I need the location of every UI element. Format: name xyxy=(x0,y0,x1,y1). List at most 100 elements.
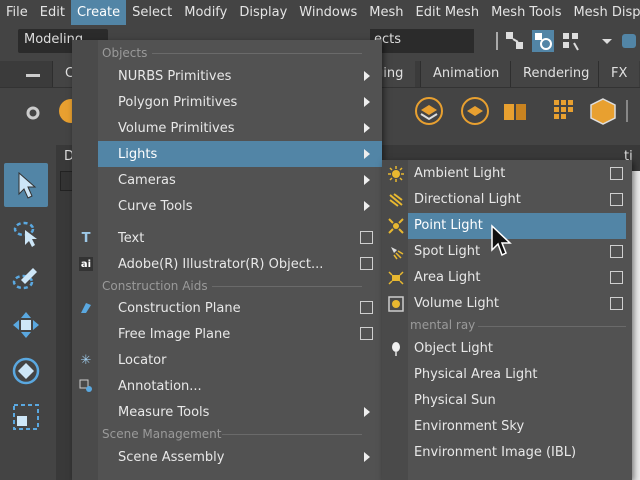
section-scene-management: Scene Management xyxy=(102,427,222,441)
chevron-right-icon xyxy=(364,97,370,107)
section-divider xyxy=(152,53,362,54)
select-hierarchy-icon[interactable] xyxy=(504,30,526,52)
scale-tool[interactable] xyxy=(4,395,48,439)
section-divider xyxy=(212,286,362,287)
select-tool[interactable] xyxy=(4,163,48,207)
menu-item-construction-plane[interactable]: Construction Plane xyxy=(72,295,382,321)
menu-item-annotation[interactable]: Annotation... xyxy=(72,373,382,399)
area-light-icon xyxy=(388,271,404,285)
menu-display[interactable]: Display xyxy=(233,0,293,25)
menu-mesh-display[interactable]: Mesh Display xyxy=(567,0,640,25)
menu-item-free-image-plane[interactable]: Free Image Plane xyxy=(72,321,382,347)
menubar: File Edit Create Select Modify Display W… xyxy=(0,0,640,25)
chevron-down-icon[interactable] xyxy=(596,30,618,52)
cube-icon[interactable] xyxy=(588,96,618,126)
section-mental-ray: mental ray xyxy=(410,318,476,332)
menu-item-label: Free Image Plane xyxy=(118,326,231,342)
menu-edit[interactable]: Edit xyxy=(34,0,71,25)
option-box[interactable] xyxy=(610,193,623,206)
menu-item-directional-light[interactable]: Directional Light xyxy=(382,187,632,213)
section-divider xyxy=(222,434,362,435)
brush-icon xyxy=(12,268,37,290)
paint-select-tool[interactable] xyxy=(4,257,48,301)
menu-item-cameras[interactable]: Cameras xyxy=(72,167,382,193)
option-box[interactable] xyxy=(610,167,623,180)
menu-item-volume-light[interactable]: Volume Light xyxy=(382,291,632,317)
menu-item-label: Object Light xyxy=(414,341,493,356)
objects-field[interactable]: ects xyxy=(370,29,474,53)
menu-item-nurbs[interactable]: NURBS Primitives xyxy=(72,63,382,89)
menu-item-label: Physical Sun xyxy=(414,393,496,408)
lasso-tool[interactable] xyxy=(4,211,48,255)
separate-icon[interactable] xyxy=(460,96,490,126)
spot-light-icon xyxy=(391,247,404,260)
menu-item-label: Measure Tools xyxy=(118,404,210,420)
volume-light-icon xyxy=(388,296,404,312)
option-box[interactable] xyxy=(360,257,373,270)
chevron-right-icon xyxy=(364,71,370,81)
menu-item-ambient-light[interactable]: Ambient Light xyxy=(382,161,632,187)
separator-icon xyxy=(626,100,628,122)
section-construction-aids: Construction Aids xyxy=(102,279,208,293)
menu-item-environment-image[interactable]: Environment Image (IBL) xyxy=(382,440,632,466)
option-box[interactable] xyxy=(610,297,623,310)
menu-item-label: NURBS Primitives xyxy=(118,68,232,84)
option-box[interactable] xyxy=(360,231,373,244)
menu-item-label: Cameras xyxy=(118,172,176,188)
chevron-right-icon xyxy=(364,407,370,417)
text-icon: T xyxy=(81,230,91,246)
option-box[interactable] xyxy=(360,301,373,314)
menu-edit-mesh[interactable]: Edit Mesh xyxy=(410,0,486,25)
menu-item-label: Point Light xyxy=(414,218,483,233)
option-box[interactable] xyxy=(360,327,373,340)
menu-create[interactable]: Create xyxy=(70,0,127,25)
menu-item-polygon[interactable]: Polygon Primitives xyxy=(72,89,382,115)
menu-item-physical-area-light[interactable]: Physical Area Light xyxy=(382,362,632,388)
menu-item-illustrator[interactable]: ai Adobe(R) Illustrator(R) Object... xyxy=(72,251,382,277)
menu-item-label: Environment Image (IBL) xyxy=(414,445,577,460)
ambient-light-icon xyxy=(388,166,404,182)
menu-item-volume[interactable]: Volume Primitives xyxy=(72,115,382,141)
menu-item-environment-sky[interactable]: Environment Sky xyxy=(382,414,632,440)
select-component-icon[interactable] xyxy=(560,30,582,52)
menu-item-object-light[interactable]: Object Light xyxy=(382,336,632,362)
bulb-icon xyxy=(392,342,400,356)
menu-item-locator[interactable]: ✳ Locator xyxy=(72,347,382,373)
menu-mesh-tools[interactable]: Mesh Tools xyxy=(485,0,567,25)
menu-item-scene-assembly[interactable]: Scene Assembly xyxy=(72,444,382,470)
menu-item-physical-sun[interactable]: Physical Sun xyxy=(382,388,632,414)
shelf-tab-rendering[interactable]: Rendering xyxy=(510,61,602,87)
chevron-right-icon xyxy=(364,201,370,211)
menu-item-area-light[interactable]: Area Light xyxy=(382,265,632,291)
snap-icon[interactable] xyxy=(618,30,640,52)
menu-modify[interactable]: Modify xyxy=(178,0,233,25)
menu-mesh[interactable]: Mesh xyxy=(363,0,409,25)
menu-item-measure-tools[interactable]: Measure Tools xyxy=(72,399,382,425)
menu-item-label: Environment Sky xyxy=(414,419,525,434)
mouse-cursor-icon xyxy=(491,224,512,257)
combine-icon[interactable] xyxy=(414,96,444,126)
menu-select[interactable]: Select xyxy=(126,0,178,25)
menu-file[interactable]: File xyxy=(0,0,34,25)
menu-windows[interactable]: Windows xyxy=(293,0,363,25)
extrude-icon[interactable] xyxy=(500,96,530,126)
section-objects: Objects xyxy=(102,46,148,60)
gear-icon[interactable] xyxy=(24,104,42,122)
shelf-tab-fx[interactable]: FX xyxy=(598,61,640,87)
menu-item-label: Adobe(R) Illustrator(R) Object... xyxy=(118,256,324,272)
option-box[interactable] xyxy=(610,271,623,284)
menu-item-curve-tools[interactable]: Curve Tools xyxy=(72,193,382,219)
option-box[interactable] xyxy=(610,245,623,258)
shelf-tab-animation[interactable]: Animation xyxy=(420,61,512,87)
construction-plane-icon xyxy=(78,299,94,317)
menu-item-text[interactable]: T Text xyxy=(72,225,382,251)
move-tool[interactable] xyxy=(4,303,48,347)
shelf-menu-icon[interactable] xyxy=(24,69,42,83)
menu-item-point-light[interactable]: Point Light xyxy=(408,213,626,239)
menu-item-label: Construction Plane xyxy=(118,300,241,316)
rotate-tool[interactable] xyxy=(4,349,48,393)
chevron-right-icon xyxy=(364,123,370,133)
menu-item-lights[interactable]: Lights xyxy=(98,141,382,167)
select-object-icon[interactable] xyxy=(532,30,554,52)
grid-icon[interactable] xyxy=(548,96,578,126)
